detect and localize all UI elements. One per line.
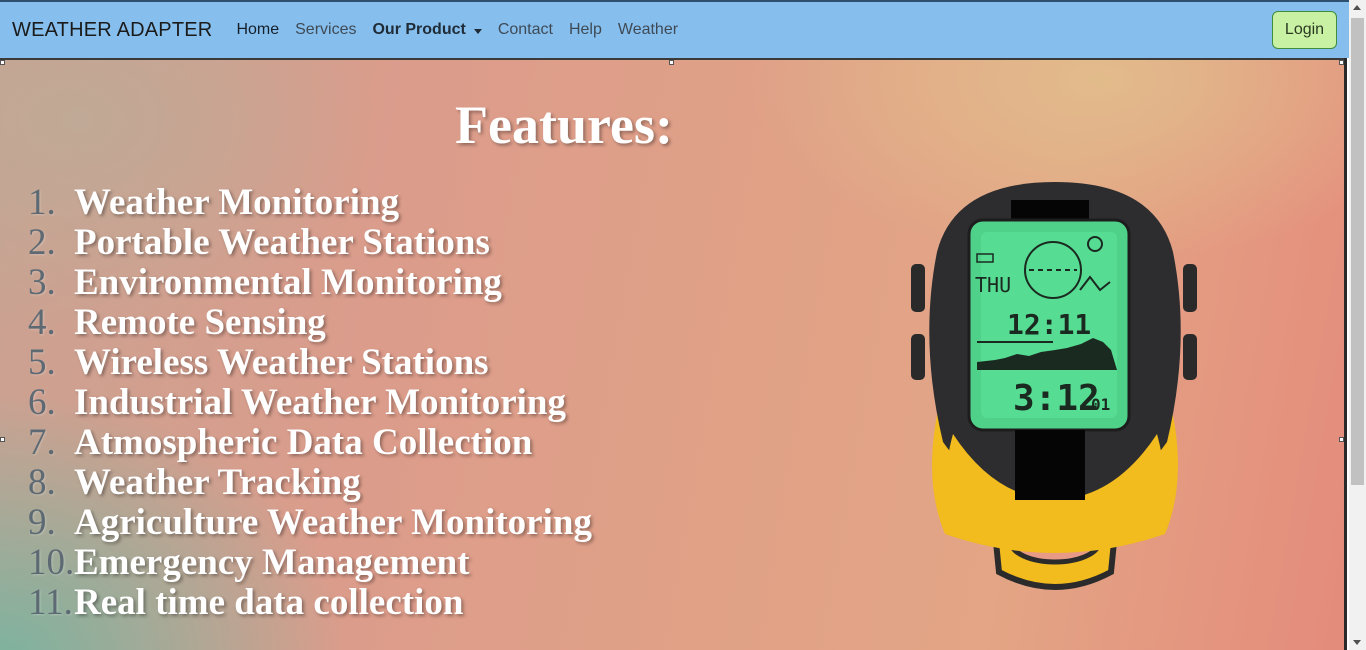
weather-device-image: THU 12:11 3:12 01	[911, 182, 1197, 590]
scrollbar-thumb[interactable]	[1351, 18, 1364, 485]
feature-item: 11. Real time data collection	[28, 581, 592, 623]
feature-text: Industrial Weather Monitoring	[74, 381, 567, 423]
feature-item: 10. Emergency Management	[28, 541, 592, 583]
feature-number: 10.	[28, 541, 75, 583]
feature-number: 11.	[28, 581, 73, 623]
feature-number: 9.	[28, 501, 56, 543]
device-lower-block	[1015, 430, 1085, 500]
feature-item: 9. Agriculture Weather Monitoring	[28, 501, 592, 543]
login-button[interactable]: Login	[1272, 11, 1337, 49]
feature-item: 1. Weather Monitoring	[28, 181, 592, 223]
brand-logo[interactable]: WEATHER ADAPTER	[12, 19, 212, 42]
feature-item: 2. Portable Weather Stations	[28, 221, 592, 263]
navbar: WEATHER ADAPTER Home Services Our Produc…	[0, 0, 1349, 58]
feature-number: 7.	[28, 421, 56, 463]
caret-down-icon	[473, 28, 482, 34]
resize-handle[interactable]	[0, 60, 5, 65]
feature-number: 8.	[28, 461, 56, 503]
feature-number: 5.	[28, 341, 56, 383]
device-side-button	[911, 334, 925, 380]
feature-number: 3.	[28, 261, 56, 303]
feature-text: Remote Sensing	[74, 301, 326, 343]
feature-text: Emergency Management	[74, 541, 470, 583]
lcd-time-lower: 3:12	[1013, 378, 1100, 419]
feature-text: Wireless Weather Stations	[74, 341, 489, 383]
selection-frame-right	[1344, 58, 1347, 650]
feature-text: Environmental Monitoring	[74, 261, 502, 303]
feature-text: Agriculture Weather Monitoring	[74, 501, 592, 543]
feature-item: 3. Environmental Monitoring	[28, 261, 592, 303]
feature-number: 6.	[28, 381, 56, 423]
resize-handle[interactable]	[1339, 60, 1344, 65]
nav-weather-link[interactable]: Weather	[610, 21, 686, 39]
resize-handle[interactable]	[0, 437, 5, 442]
nav-help-link[interactable]: Help	[561, 21, 610, 39]
resize-handle[interactable]	[669, 60, 674, 65]
device-side-button	[911, 264, 925, 312]
scroll-down-arrow-icon[interactable]	[1353, 640, 1361, 645]
feature-item: 4. Remote Sensing	[28, 301, 592, 343]
feature-item: 5. Wireless Weather Stations	[28, 341, 592, 383]
feature-item: 8. Weather Tracking	[28, 461, 592, 503]
vertical-scrollbar[interactable]	[1349, 0, 1366, 650]
nav-links: Home Services Our Product Contact Help W…	[228, 21, 686, 39]
feature-text: Weather Monitoring	[74, 181, 400, 223]
device-side-button	[1183, 334, 1197, 380]
lcd-day: THU	[975, 273, 1011, 297]
features-title: Features:	[455, 95, 673, 155]
nav-services-link[interactable]: Services	[287, 21, 364, 39]
feature-number: 1.	[28, 181, 56, 223]
feature-item: 7. Atmospheric Data Collection	[28, 421, 592, 463]
features-hero: Features: 1. Weather Monitoring 2. Portabl…	[0, 60, 1346, 650]
feature-text: Portable Weather Stations	[74, 221, 490, 263]
device-side-button	[1183, 264, 1197, 312]
nav-home-link[interactable]: Home	[228, 21, 287, 39]
feature-text: Atmospheric Data Collection	[74, 421, 533, 463]
lcd-seconds: 01	[1091, 395, 1110, 414]
feature-number: 2.	[28, 221, 56, 263]
nav-our-product-dropdown[interactable]: Our Product	[364, 21, 489, 39]
nav-our-product-label: Our Product	[372, 21, 466, 38]
feature-text: Real time data collection	[74, 581, 464, 623]
feature-number: 4.	[28, 301, 56, 343]
feature-text: Weather Tracking	[74, 461, 361, 503]
lcd-time-upper: 12:11	[1007, 308, 1091, 341]
feature-item: 6. Industrial Weather Monitoring	[28, 381, 592, 423]
features-list: 1. Weather Monitoring 2. Portable Weather …	[28, 181, 592, 623]
resize-handle[interactable]	[1339, 437, 1344, 442]
nav-contact-link[interactable]: Contact	[490, 21, 561, 39]
scroll-up-arrow-icon[interactable]	[1353, 5, 1361, 10]
